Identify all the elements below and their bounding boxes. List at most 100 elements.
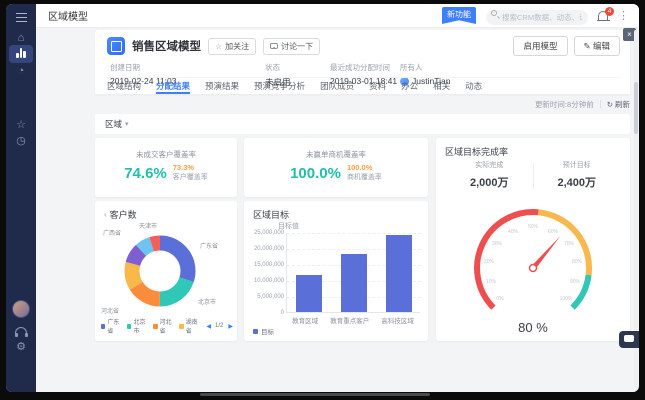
y-tick: 10,000,000 [248, 278, 284, 284]
follow-button[interactable]: ☆加关注 [208, 38, 256, 55]
filter-bar: 区域▾ [95, 114, 630, 134]
svg-text:100%: 100% [560, 296, 573, 302]
svg-text:10%: 10% [486, 279, 497, 285]
pie-callout: 北京市 [198, 297, 216, 306]
kpi-value: 74.6% [124, 165, 167, 182]
svg-text:40%: 40% [508, 229, 519, 235]
legend-next-icon[interactable]: ▶ [228, 323, 233, 330]
stat-value: 2,000万 [446, 174, 533, 190]
kpi-sub-label: 商机覆盖率 [347, 174, 382, 182]
meta-label: 最近成功分配时间 [330, 62, 397, 73]
svg-text:30%: 30% [492, 241, 503, 247]
notification-badge: 4 [605, 7, 614, 16]
tab-related[interactable]: 相关 [433, 78, 450, 94]
search-input[interactable] [486, 10, 588, 25]
tab-activity[interactable]: 动态 [465, 78, 482, 94]
svg-text:80%: 80% [572, 259, 583, 265]
region-filter-dropdown[interactable]: 区域▾ [105, 118, 129, 130]
gauge-stats: 实际完成 2,000万 预计目标 2,400万 [446, 160, 620, 190]
meta-label: 状态 [265, 62, 291, 73]
svg-text:90%: 90% [570, 279, 581, 285]
history-icon[interactable]: ◷ [6, 134, 36, 148]
pie-callout: 天津市 [139, 221, 157, 230]
gauge-percent-label: 80 % [518, 320, 548, 335]
discuss-bubble-icon [270, 43, 278, 49]
app-window: ⌂ ◔ ☆ ◷ ⚙ 区域模型 新功能 4 ⋮ × 销售区域模型 [6, 4, 639, 392]
tab-region-structure[interactable]: 区域结构 [107, 78, 141, 94]
enable-model-button[interactable]: 启用模型 [513, 36, 567, 56]
discuss-button[interactable]: 讨论一下 [263, 38, 320, 55]
tab-team-members[interactable]: 团队成员 [320, 78, 354, 94]
divider [600, 100, 601, 108]
stat-label: 实际完成 [446, 160, 533, 170]
search-icon [491, 10, 497, 16]
gauge-card-title: 区域目标完成率 [445, 145, 508, 158]
user-avatar[interactable] [12, 300, 30, 318]
meta-label: 创建日期 [110, 62, 176, 73]
more-menu-icon[interactable]: ⋮ [618, 9, 629, 22]
gauge-chart: 0% 10% 20% 30% 40% 50% 60% 70% 80% 90% 1… [436, 190, 630, 340]
legend-item[interactable]: 北京市 [127, 317, 149, 335]
scrollbar-thumb[interactable] [634, 82, 638, 134]
stat-label: 预计目标 [534, 160, 621, 170]
notification-bell-icon[interactable]: 4 [598, 11, 608, 20]
chat-bubble-icon [624, 335, 634, 342]
chevron-left-icon[interactable]: ‹ [104, 210, 107, 219]
tab-allocation-result[interactable]: 分配结果 [156, 78, 190, 94]
kpi-title: 未赢单商机覆盖率 [244, 149, 428, 160]
region-target-bar-card: 区域目标 目标值 25,000,000 20,000,000 15,000,00… [244, 201, 428, 341]
refresh-button[interactable]: ↻刷新 [607, 99, 630, 110]
legend-item[interactable]: 湖南省 [179, 317, 201, 335]
svg-text:60%: 60% [548, 229, 559, 235]
settings-gear-icon[interactable]: ⚙ [6, 340, 36, 354]
kpi-value: 100.0% [290, 165, 341, 182]
pencil-icon: ✎ [584, 41, 593, 51]
svg-text:50%: 50% [528, 224, 539, 230]
customer-count-pie-card: ‹客户数 天津市 广西省 广东省 北京市 河北省 广东省 北京市 河北省 湖南省… [95, 201, 237, 341]
pie-callout: 河北省 [101, 306, 119, 315]
sidebar: ⌂ ◔ ☆ ◷ ⚙ [6, 4, 36, 392]
legend-prev-icon[interactable]: ◀ [206, 323, 211, 330]
new-feature-badge: 新功能 [442, 7, 476, 24]
legend-item[interactable]: 河北省 [153, 317, 175, 335]
star-icon[interactable]: ☆ [6, 118, 36, 132]
kpi-card-opportunity-coverage: 未赢单商机覆盖率 100.0% 100.0% 商机覆盖率 [244, 138, 428, 197]
pie-callout: 广东省 [200, 241, 218, 250]
edit-button[interactable]: ✎ 编辑 [574, 36, 621, 56]
tab-materials[interactable]: 资料 [369, 78, 386, 94]
topbar: 区域模型 新功能 4 ⋮ [36, 4, 639, 28]
model-header-card: × 销售区域模型 ☆加关注 讨论一下 启用模型 ✎ 编辑 创建日期2019-02… [95, 30, 630, 94]
tab-preview-result[interactable]: 预演结果 [205, 78, 239, 94]
refresh-row: 更新时间:8分钟前 ↻刷新 [95, 96, 630, 112]
horizontal-scroll-indicator[interactable] [200, 393, 430, 396]
kpi-sub-label: 客户覆盖率 [173, 174, 208, 182]
page-title: 区域模型 [48, 8, 88, 23]
tab-bar: 区域结构 分配结果 预演结果 预演竞争分析 团队成员 资料 办公 相关 动态 [107, 77, 620, 94]
menu-icon[interactable] [6, 12, 36, 26]
home-icon[interactable]: ⌂ [6, 31, 36, 45]
bar-card-title: 区域目标 [253, 208, 289, 221]
bar-legend[interactable]: 目标 [253, 326, 274, 336]
pie-legend: 广东省 北京市 河北省 湖南省 ◀ 1/2 ▶ [101, 317, 233, 335]
chat-fab-button[interactable] [619, 331, 639, 348]
svg-text:0%: 0% [496, 296, 504, 302]
tab-preview-analysis[interactable]: 预演竞争分析 [254, 78, 305, 94]
kpi-sub-value: 73.3% [173, 164, 208, 172]
bar-plot-area [286, 233, 420, 313]
svg-text:20%: 20% [484, 259, 495, 265]
stat-value: 2,400万 [534, 174, 621, 190]
model-title: 销售区域模型 [132, 38, 201, 54]
pie-callout: 广西省 [103, 228, 121, 237]
y-tick: 20,000,000 [248, 246, 284, 252]
headset-icon[interactable] [6, 324, 36, 338]
bar-hightech-region [386, 235, 412, 312]
kpi-card-customer-coverage: 未成交客户覆盖率 74.6% 73.3% 客户覆盖率 [95, 138, 237, 197]
reports-icon[interactable]: ◔ [6, 64, 36, 78]
tab-office[interactable]: 办公 [401, 78, 418, 94]
follow-star-icon: ☆ [215, 42, 222, 51]
y-tick: 25,000,000 [248, 230, 284, 236]
analytics-icon[interactable] [6, 48, 36, 62]
svg-text:70%: 70% [564, 241, 575, 247]
legend-item[interactable]: 广东省 [101, 317, 123, 335]
y-tick: 0 [248, 310, 284, 316]
